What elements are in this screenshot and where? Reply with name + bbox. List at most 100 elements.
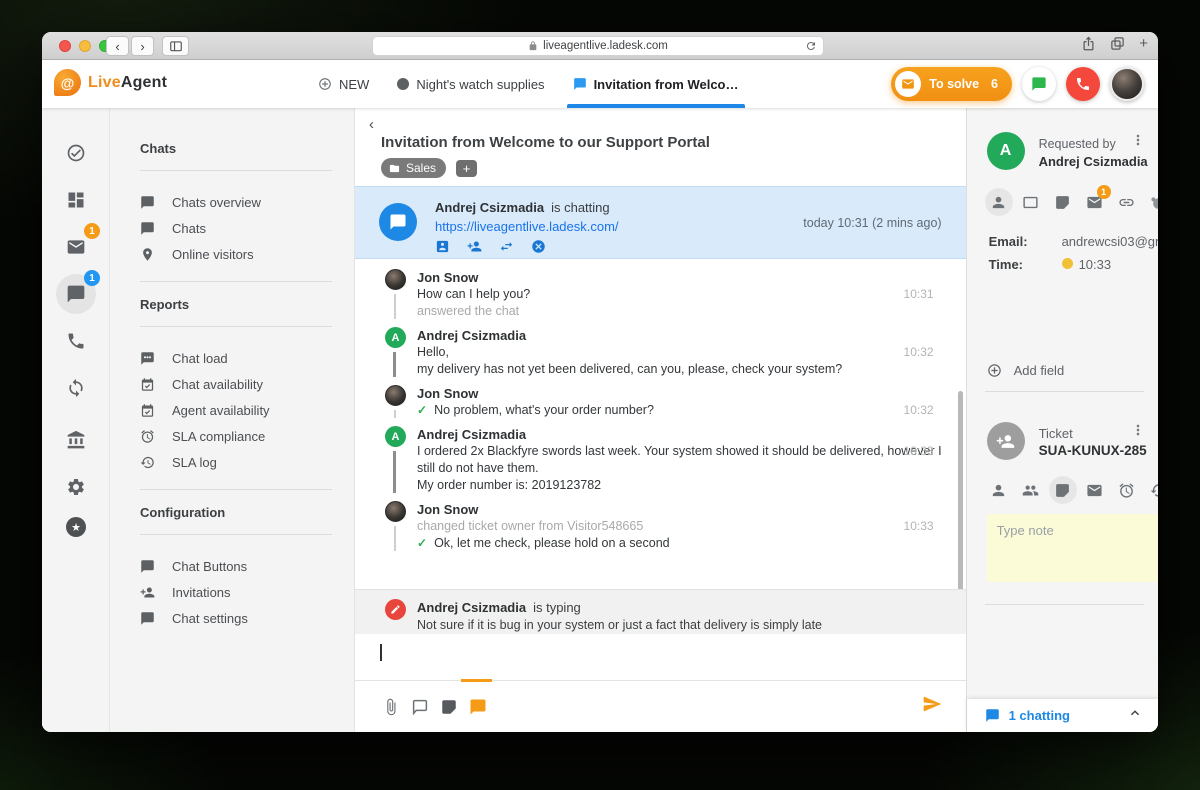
department-tag[interactable]: Sales (381, 158, 446, 178)
contact-card-icon[interactable] (435, 239, 450, 254)
chatting-name: Andrej Csizmadia (435, 200, 544, 215)
chat-message-button[interactable] (468, 697, 488, 717)
to-solve-button[interactable]: To solve 6 (891, 67, 1012, 101)
add-field-button[interactable]: Add field (987, 363, 1065, 378)
check-circle-button[interactable] (56, 133, 96, 173)
tabs-overview-icon[interactable] (1110, 36, 1125, 51)
ticket-group-button[interactable] (1017, 476, 1045, 504)
transfer-chat-icon[interactable] (499, 239, 514, 254)
automation-button[interactable] (56, 368, 96, 408)
chatting-footer[interactable]: 1 chatting (967, 699, 1158, 732)
share-icon[interactable] (1081, 36, 1096, 51)
browser-chrome: ‹ › liveagentlive.ladesk.com + (42, 32, 1158, 60)
ticket-note-button[interactable] (1049, 476, 1077, 504)
add-tag-button[interactable]: + (456, 160, 477, 177)
compose-input[interactable] (355, 634, 966, 680)
contact-tickets-button[interactable]: 1 (1081, 188, 1109, 216)
back-chevron[interactable]: ‹ (369, 116, 374, 133)
ticket-history-button[interactable] (1145, 476, 1158, 504)
ticket-tabs: NEW Night's watch supplies Invitation fr… (318, 60, 739, 108)
nav-item-chat-availability[interactable]: Chat availability (140, 371, 332, 397)
reload-icon[interactable] (805, 40, 817, 52)
address-bar[interactable]: liveagentlive.ladesk.com (372, 36, 824, 56)
nav-item-chat-settings[interactable]: Chat settings (140, 605, 332, 631)
nav-item-invitations[interactable]: Invitations (140, 579, 332, 605)
nav-item-sla-log[interactable]: SLA log (140, 449, 332, 475)
nav-item-chats[interactable]: Chats (140, 215, 332, 241)
content-area: 1 1 ★ Chats Chats overview Chats Online … (42, 108, 1158, 732)
reply-button[interactable] (410, 697, 430, 717)
visitor-url-link[interactable]: https://liveagentlive.ladesk.com/ (435, 219, 619, 234)
typing-pencil-icon (385, 599, 406, 620)
note-button[interactable] (439, 697, 459, 717)
sidebar-toggle-button[interactable] (162, 36, 189, 56)
message-list: Jon Snow How can I help you? answered th… (355, 259, 966, 589)
mailchimp-button[interactable] (1145, 188, 1158, 216)
call-status-button[interactable] (1066, 67, 1100, 101)
collapse-button[interactable] (1128, 706, 1142, 725)
tab-new[interactable]: NEW (318, 60, 369, 108)
ticket-more-button[interactable] (1130, 422, 1146, 443)
contact-person-button[interactable] (985, 188, 1013, 216)
nav-item-chat-load[interactable]: Chat load (140, 345, 332, 371)
alarm-icon (1118, 482, 1135, 499)
calls-button[interactable] (56, 321, 96, 361)
requester-actions: 1 (985, 188, 1158, 216)
phone-icon (66, 331, 86, 351)
contact-link-button[interactable] (1113, 188, 1141, 216)
chat-icon (66, 284, 86, 304)
dashboard-button[interactable] (56, 180, 96, 220)
message-row: Jon Snow changed ticket owner from Visit… (385, 501, 942, 552)
header-actions: To solve 6 (891, 67, 1144, 101)
chat-icon (140, 221, 155, 236)
traffic-light-minimize[interactable] (79, 40, 91, 52)
browser-back-button[interactable]: ‹ (106, 36, 129, 56)
ticket-id: SUA-KUNUX-285 (1039, 443, 1147, 458)
ticket-mail-button[interactable] (1081, 476, 1109, 504)
ticket-sla-button[interactable] (1113, 476, 1141, 504)
chatting-action: is chatting (551, 200, 610, 215)
addons-button[interactable]: ★ (56, 507, 96, 547)
requester-more-button[interactable] (1130, 132, 1146, 153)
chat-outline-icon (411, 698, 429, 716)
chat-status-button[interactable] (1022, 67, 1056, 101)
nav-item-online-visitors[interactable]: Online visitors (140, 241, 332, 267)
typing-preview: Not sure if it is bug in your system or … (417, 616, 942, 634)
chat-badge: 1 (84, 270, 100, 286)
person-add-icon (140, 585, 155, 600)
academy-button[interactable] (56, 420, 96, 460)
tickets-mail-button[interactable]: 1 (56, 227, 96, 267)
chat-icon (573, 77, 587, 91)
nav-item-chats-overview[interactable]: Chats overview (140, 189, 332, 215)
nav-item-sla-compliance[interactable]: SLA compliance (140, 423, 332, 449)
browser-forward-button[interactable]: › (131, 36, 154, 56)
phone-icon (1075, 76, 1091, 92)
attach-file-button[interactable] (381, 697, 401, 717)
invite-agent-icon[interactable] (467, 239, 482, 254)
chats-button[interactable]: 1 (56, 274, 96, 314)
settings-button[interactable] (56, 467, 96, 507)
agent-avatar[interactable] (1110, 67, 1144, 101)
contact-notes-button[interactable] (1049, 188, 1077, 216)
ticket-main-column: ‹ Invitation from Welcome to our Support… (355, 108, 967, 732)
contact-card-button[interactable] (1017, 188, 1045, 216)
chat-icon (389, 213, 407, 231)
liveagent-logo[interactable]: @ LiveAgent (54, 69, 167, 96)
chat-scrollbar[interactable] (958, 391, 963, 603)
nav-item-chat-buttons[interactable]: Chat Buttons (140, 553, 332, 579)
nav-item-agent-availability[interactable]: Agent availability (140, 397, 332, 423)
ticket-note-input[interactable] (987, 514, 1158, 582)
tab-new-label: NEW (339, 77, 369, 92)
tab-invitation-label: Invitation from Welco… (594, 77, 739, 92)
end-chat-icon[interactable] (531, 239, 546, 254)
new-tab-icon[interactable]: + (1139, 36, 1148, 51)
ticket-person-button[interactable] (985, 476, 1013, 504)
jon-snow-avatar (385, 269, 406, 290)
send-button[interactable] (922, 694, 942, 719)
tab-nights-watch-supplies[interactable]: Night's watch supplies (397, 60, 544, 108)
message-row: A Andrej Csizmadia Hello, my delivery ha… (385, 327, 942, 378)
tab-invitation-active[interactable]: Invitation from Welco… (573, 60, 739, 108)
pin-icon (140, 247, 155, 262)
dashboard-icon (66, 190, 86, 210)
traffic-light-close[interactable] (59, 40, 71, 52)
